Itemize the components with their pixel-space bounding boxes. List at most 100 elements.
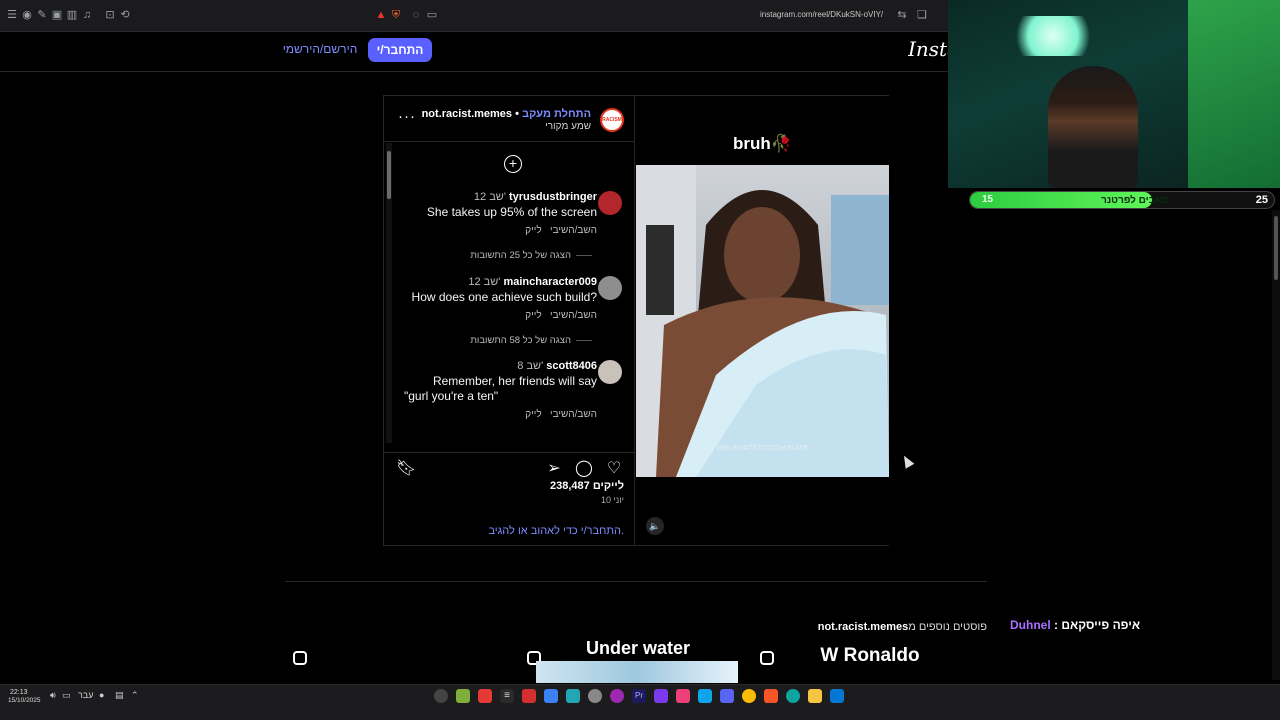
page-scrollbar[interactable] <box>1272 210 1280 680</box>
warning-icon[interactable]: ▲ <box>375 9 387 21</box>
webcam-overlay <box>948 0 1280 188</box>
more-options-icon[interactable]: ··· <box>398 108 416 125</box>
app-violet-icon[interactable] <box>654 689 668 703</box>
discord-icon[interactable] <box>720 689 734 703</box>
comment-avatar[interactable] <box>598 191 622 215</box>
post-info-pane: ··· not.racist.memes • התחלת מעקב שמע מק… <box>384 96 635 545</box>
settings-icon[interactable] <box>588 689 602 703</box>
clock-time[interactable]: 22:13 <box>10 689 28 696</box>
obs-icon[interactable] <box>434 689 448 703</box>
like-comment-button[interactable]: לייק <box>525 409 541 420</box>
more-posts-user[interactable]: not.racist.memes <box>818 621 908 633</box>
login-prompt-link[interactable]: התחבר/י <box>581 525 621 537</box>
comment-actions: השב/השיבי לייק <box>525 409 597 420</box>
mute-button[interactable]: 🔈 <box>646 517 664 535</box>
music-app-icon[interactable] <box>676 689 690 703</box>
comment-avatar[interactable] <box>598 360 622 384</box>
file-explorer-icon[interactable] <box>808 689 822 703</box>
page-scrollbar-thumb[interactable] <box>1274 216 1278 280</box>
view-replies-button[interactable]: הצגה של כל 58 התשובות <box>470 335 571 346</box>
comment-header: 8 שב' scott8406 <box>517 360 597 372</box>
post-avatar[interactable]: RACISM <box>600 108 624 132</box>
edge-icon[interactable] <box>786 689 800 703</box>
view-replies-button[interactable]: הצגה של כל 25 התשובות <box>470 250 571 261</box>
pin-icon[interactable]: ✎ <box>36 9 48 21</box>
mouse-cursor <box>899 453 915 469</box>
post-header: ··· not.racist.memes • התחלת מעקב שמע מק… <box>384 96 635 142</box>
like-comment-button[interactable]: לייק <box>525 310 541 321</box>
reel-thumbnail-title[interactable]: Under water <box>540 638 736 682</box>
sidebar-icon[interactable]: ▥ <box>66 9 78 21</box>
brave-icon[interactable] <box>764 689 778 703</box>
comment-text: How does one achieve such build? <box>411 290 597 304</box>
volume-icon[interactable]: 🔊︎ <box>50 690 56 701</box>
notes-icon[interactable]: ≡ <box>500 689 514 703</box>
like-comment-button[interactable]: לייק <box>525 225 541 236</box>
save-icon[interactable]: 🔖︎ <box>396 459 416 479</box>
reply-button[interactable]: השב/השיבי <box>550 310 597 321</box>
app-purple-icon[interactable] <box>610 689 624 703</box>
signup-link[interactable]: הירשם/הירשמי <box>278 42 362 56</box>
follow-button[interactable]: התחלת מעקב <box>522 108 591 120</box>
extensions-icon[interactable]: ⟲ <box>119 9 131 21</box>
minecraft-icon[interactable] <box>456 689 470 703</box>
menu-icon[interactable]: ☰ <box>6 9 18 21</box>
instagram-logo[interactable]: Insta <box>908 37 948 67</box>
more-posts-heading: not.racist.memesפוסטים נוספים מ <box>700 621 987 633</box>
reply-button[interactable]: השב/השיבי <box>550 409 597 420</box>
chrome-icon[interactable] <box>742 689 756 703</box>
video-frame-image <box>636 165 889 477</box>
windows-start-icon[interactable] <box>830 689 844 703</box>
chat-username: Duhnel <box>1010 618 1051 632</box>
section-divider <box>285 581 987 582</box>
whatsapp-icon[interactable]: ◌ <box>410 9 422 21</box>
comment-username[interactable]: maincharacter009 <box>503 276 597 288</box>
comments-scrollbar-thumb[interactable] <box>387 151 391 199</box>
chat-message: Duhnel : איפה פייסקאם <box>1010 618 1140 632</box>
comments-list[interactable]: + 12 שב' tyrusdustbringer She takes up 9… <box>384 143 635 443</box>
app-blue-icon[interactable] <box>544 689 558 703</box>
webcam-background-window <box>1188 0 1280 188</box>
screenshot-icon[interactable]: ⊡ <box>104 9 116 21</box>
post-username-row: not.racist.memes • התחלת מעקב <box>422 108 591 120</box>
post-actions: 🔖︎ ➢ ◯ ♡ <box>384 452 635 480</box>
url-bar[interactable]: instagram.com/reel/DKukSN-oVIY/ <box>760 10 892 19</box>
premiere-icon[interactable]: Pr <box>632 689 646 703</box>
chat-text: : איפה פייסקאם <box>1054 618 1141 632</box>
brave-shield-icon[interactable]: ⛨ <box>390 9 402 21</box>
login-button[interactable]: התחבר/י <box>368 38 432 62</box>
comment-username[interactable]: tyrusdustbringer <box>509 191 597 203</box>
comment-avatar[interactable] <box>598 276 622 300</box>
music-icon[interactable]: ♫ <box>81 9 93 21</box>
comment-icon[interactable]: ◯ <box>574 459 594 479</box>
tray-app-icon[interactable]: ▤ <box>115 690 124 701</box>
mic-icon[interactable]: ● <box>99 690 104 700</box>
video-player[interactable]: @ELEVATETODOMINATE <box>636 165 889 477</box>
clock-date[interactable]: 15/10/2025 <box>8 697 41 704</box>
photos-icon[interactable] <box>698 689 712 703</box>
app-red-icon[interactable] <box>478 689 492 703</box>
language-indicator[interactable]: עבר <box>78 690 93 700</box>
translate-icon[interactable]: ⇆ <box>896 9 908 21</box>
reel-thumbnail-title[interactable]: W Ronaldo <box>790 645 950 667</box>
speaker-icon: 🔈 <box>649 520 661 531</box>
original-audio-link[interactable]: שמע מקורי <box>545 121 591 132</box>
bookmark-icon[interactable]: ❏ <box>916 9 928 21</box>
share-icon[interactable]: ➢ <box>544 459 564 479</box>
likes-count[interactable]: 238,487 לייקים <box>550 480 624 492</box>
app-square-icon[interactable] <box>522 689 536 703</box>
app-teal-icon[interactable] <box>566 689 580 703</box>
browser-toolbar: ☰ ◉ ✎ ▣ ▥ ♫ ⊡ ⟲ ▲ ⛨ ◌ ▭ instagram.com/re… <box>0 0 948 32</box>
location-icon[interactable]: ◉ <box>21 9 33 21</box>
tabs-icon[interactable]: ▣ <box>51 9 63 21</box>
network-icon[interactable]: ▭ <box>62 690 71 701</box>
comment-text: "gurl you're a ten" <box>404 389 499 403</box>
cast-icon[interactable]: ▭ <box>426 9 438 21</box>
post-username[interactable]: not.racist.memes <box>422 108 512 120</box>
replies-line <box>576 255 592 256</box>
like-icon[interactable]: ♡ <box>604 459 624 479</box>
chevron-up-icon[interactable]: ⌃ <box>131 690 139 701</box>
reply-button[interactable]: השב/השיבי <box>550 225 597 236</box>
add-comment-icon[interactable]: + <box>504 155 522 173</box>
comment-username[interactable]: scott8406 <box>546 360 597 372</box>
